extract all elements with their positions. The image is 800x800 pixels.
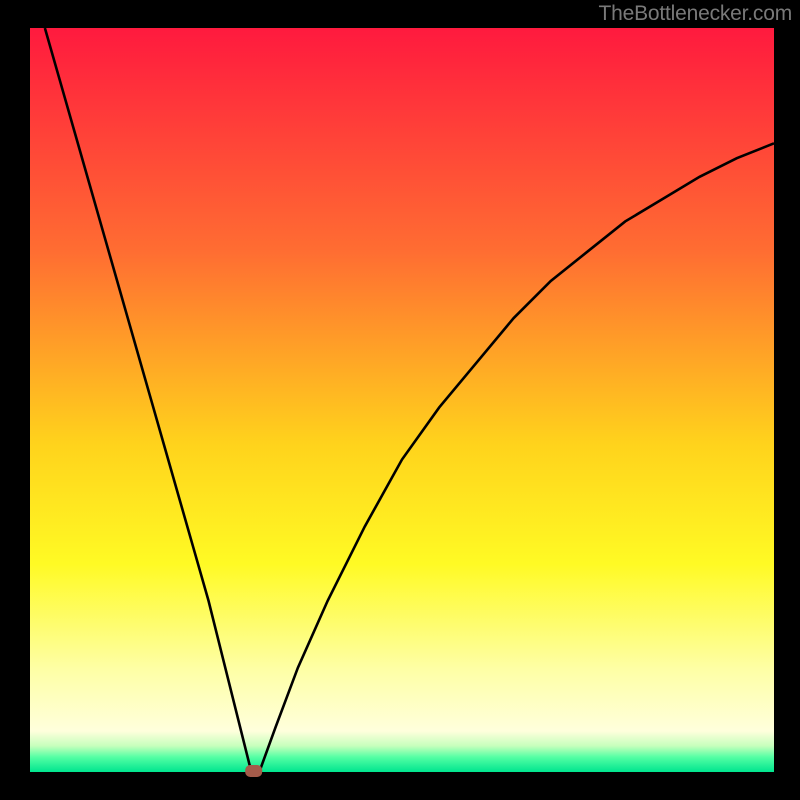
optimal-marker — [245, 765, 262, 777]
chart-svg — [0, 0, 800, 800]
chart-container: TheBottlenecker.com — [0, 0, 800, 800]
plot-background — [30, 28, 774, 772]
